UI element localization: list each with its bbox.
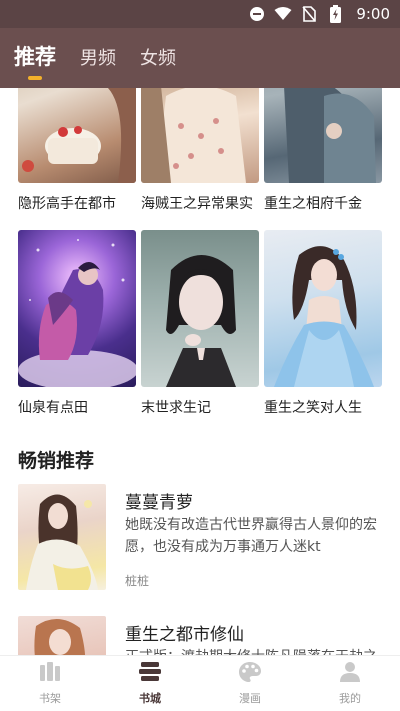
nav-profile[interactable]: 我的 — [300, 656, 400, 711]
nav-label: 书架 — [39, 692, 61, 705]
list-book-desc: 她既没有改造古代世界赢得古人景仰的宏愿，也没有成为万事通万人迷kt — [125, 517, 377, 555]
book-cover[interactable] — [264, 88, 382, 183]
tab-female[interactable]: 女频 — [140, 50, 176, 68]
book-cover[interactable] — [141, 230, 259, 387]
book-title[interactable]: 重生之相府千金 — [264, 193, 382, 213]
book-title[interactable]: 海贼王之异常果实 — [141, 193, 259, 213]
book-cover[interactable] — [18, 230, 136, 387]
section-title: 畅销推荐 — [18, 450, 95, 472]
book-cover[interactable] — [141, 88, 259, 183]
nav-bookshelf[interactable]: 书架 — [0, 656, 100, 711]
book-card[interactable]: 仙泉有点田 — [18, 230, 136, 417]
book-title[interactable]: 隐形高手在都市 — [18, 193, 136, 213]
battery-charging-icon — [326, 5, 344, 23]
nav-comics[interactable]: 漫画 — [200, 656, 300, 711]
nav-label: 书城 — [139, 692, 161, 705]
book-grid-row: 隐形高手在都市 海贼王之异常果实 重生之相府千金 — [18, 88, 382, 213]
list-book-cover[interactable] — [18, 484, 106, 590]
book-card[interactable]: 隐形高手在都市 — [18, 88, 136, 213]
wifi-icon — [274, 5, 292, 23]
list-item[interactable]: 蔓蔓青萝 她既没有改造古代世界赢得古人景仰的宏愿，也没有成为万事通万人迷kt 桩… — [18, 484, 382, 594]
status-bar: 9:00 — [0, 0, 400, 28]
palette-icon — [238, 661, 262, 687]
book-card[interactable]: 海贼王之异常果实 — [141, 88, 259, 213]
book-title[interactable]: 重生之笑对人生 — [264, 397, 382, 417]
tab-male[interactable]: 男频 — [80, 50, 116, 68]
status-time: 9:00 — [356, 5, 390, 23]
list-item[interactable]: 重生之都市修仙 正式版：渡劫期大修士陈凡陨落在天劫之下，却意外重生回到地球 — [18, 616, 382, 656]
book-card[interactable]: 重生之相府千金 — [264, 88, 382, 213]
list-book-cover[interactable] — [18, 616, 106, 656]
minus-circle-icon — [248, 5, 266, 23]
top-tab-bar: 推荐 男频 女频 — [0, 28, 400, 88]
book-card[interactable]: 末世求生记 — [141, 230, 259, 417]
nav-bookstore[interactable]: 书城 — [100, 656, 200, 711]
nav-label: 漫画 — [239, 692, 261, 705]
profile-icon — [338, 661, 362, 687]
list-book-author: 桩桩 — [125, 574, 150, 588]
book-grid-row: 仙泉有点田 末世求生记 重生之笑对人生 — [18, 230, 382, 417]
nav-label: 我的 — [339, 692, 361, 705]
book-title[interactable]: 仙泉有点田 — [18, 397, 136, 417]
bottom-nav: 书架 书城 漫画 我的 — [0, 655, 400, 711]
book-title[interactable]: 末世求生记 — [141, 397, 259, 417]
bookshelf-icon — [38, 661, 62, 687]
bookstore-icon — [138, 661, 162, 687]
book-cover[interactable] — [264, 230, 382, 387]
list-book-title[interactable]: 重生之都市修仙 — [125, 620, 244, 645]
content-area[interactable]: 隐形高手在都市 海贼王之异常果实 重生之相府千金 仙泉有点田 末世求生记 重生之… — [0, 88, 400, 656]
tab-recommended[interactable]: 推荐 — [14, 47, 56, 68]
no-sim-icon — [300, 5, 318, 23]
list-book-title[interactable]: 蔓蔓青萝 — [125, 488, 193, 513]
book-card[interactable]: 重生之笑对人生 — [264, 230, 382, 417]
book-cover[interactable] — [18, 88, 136, 183]
